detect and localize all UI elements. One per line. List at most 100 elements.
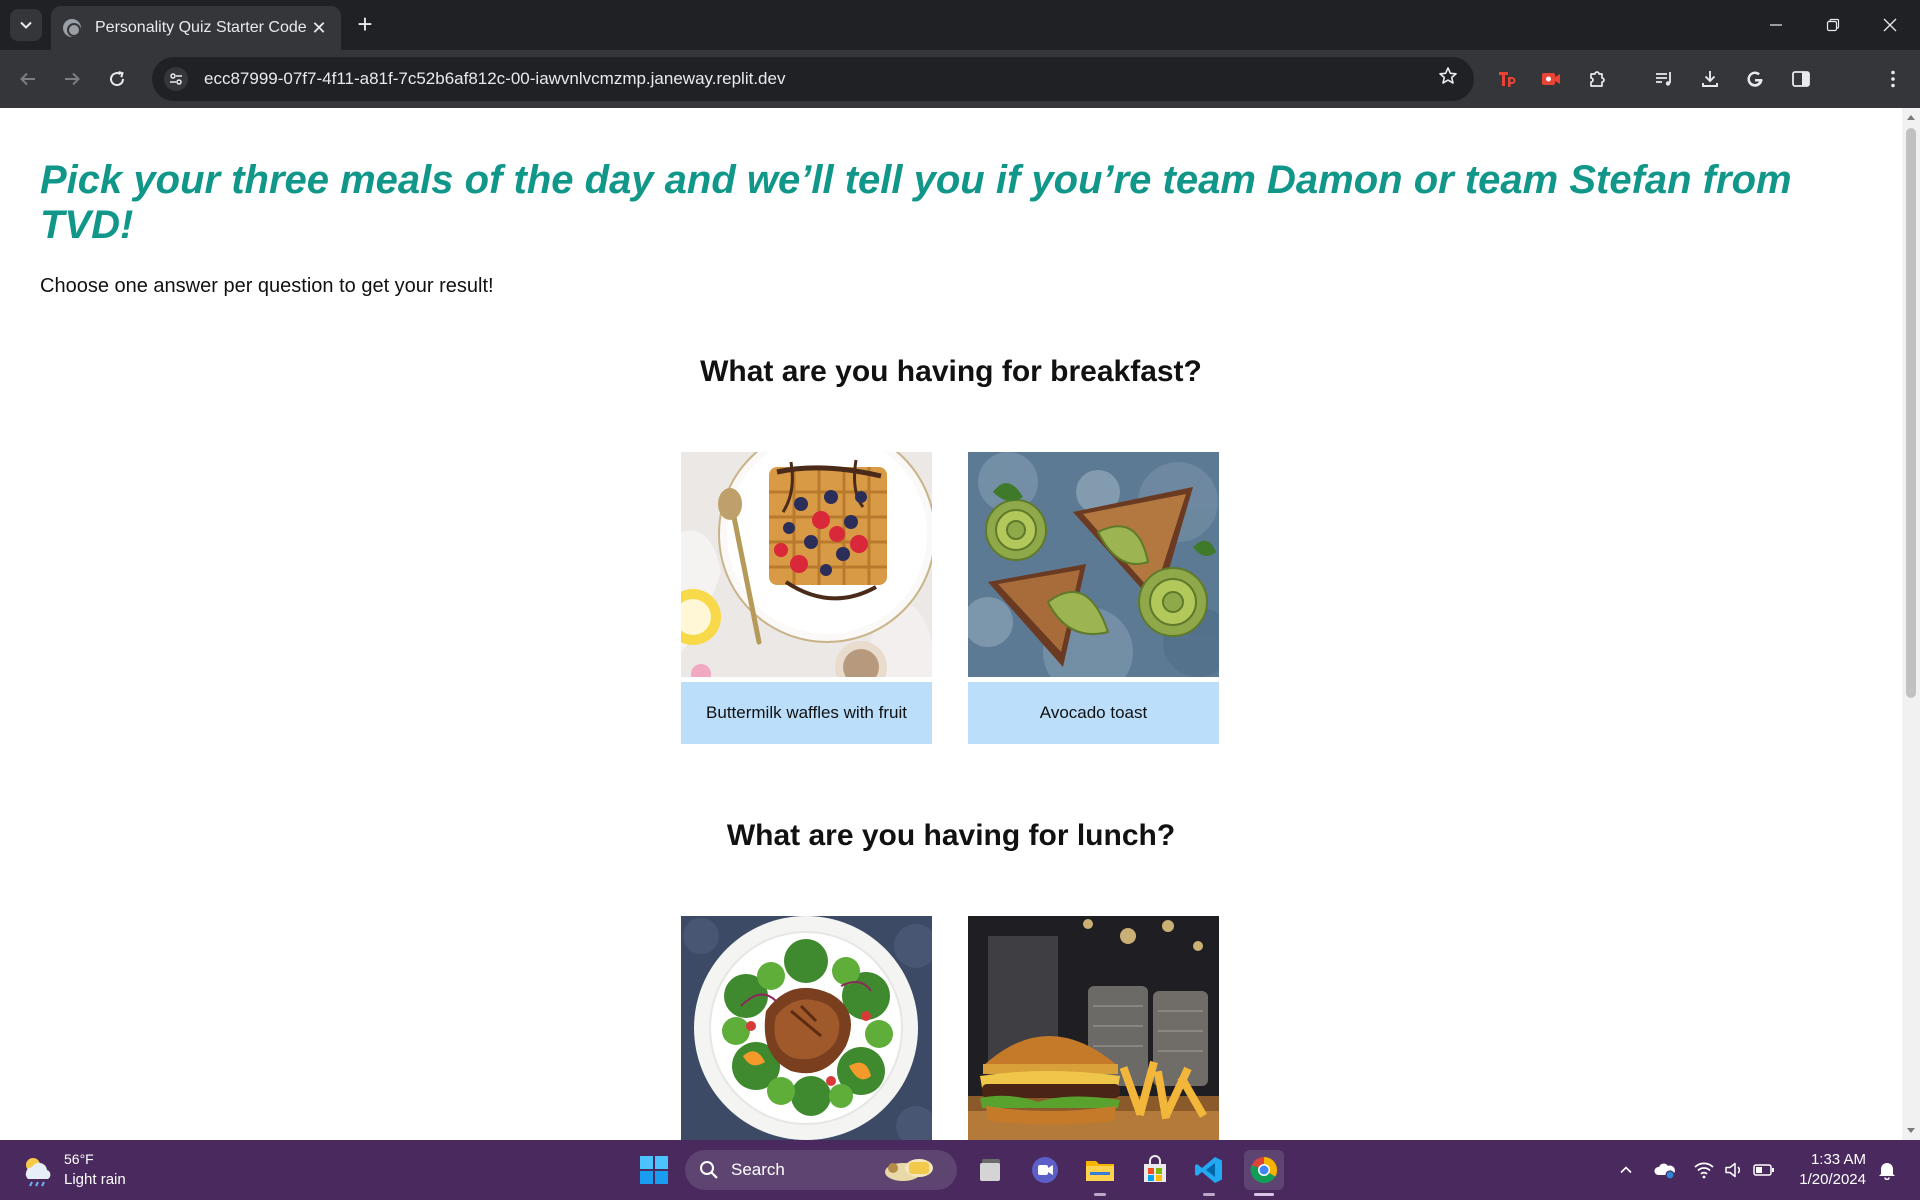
store-bag-icon [1144,1155,1166,1182]
browser-tab[interactable]: Personality Quiz Starter Code ✕ [51,6,341,50]
site-info-icon[interactable] [164,67,188,91]
burger-fries-photo [968,916,1219,1140]
star-icon [1439,67,1457,84]
running-indicator [1094,1193,1106,1196]
waffles-photo [681,452,932,677]
file-explorer-button[interactable] [1080,1150,1120,1190]
download-icon [1702,71,1718,87]
bell-icon [1879,1163,1895,1180]
taskbar-search-box[interactable]: Search [685,1150,957,1190]
search-icon [700,1161,718,1179]
battery-tray-button[interactable] [1750,1150,1778,1190]
extensions-button[interactable] [1583,64,1613,94]
answer-card-waffles[interactable]: Buttermilk waffles with fruit [681,452,932,744]
reload-icon [110,71,125,87]
tp-extension-icon [1499,72,1516,87]
back-button[interactable] [12,63,44,95]
answer-label: Avocado toast [968,682,1219,744]
active-indicator [1254,1193,1274,1196]
weather-condition[interactable]: Light rain [64,1171,126,1188]
restore-icon [1826,18,1840,32]
quiz-instructions: Choose one answer per question to get yo… [40,275,494,297]
weather-temperature[interactable]: 56°F [64,1151,94,1167]
page-scrollbar[interactable] [1902,108,1920,1140]
video-record-icon [1542,73,1560,85]
tune-icon [170,73,182,85]
new-tab-button[interactable]: + [352,11,378,38]
downloads-button[interactable] [1695,64,1725,94]
reload-button[interactable] [101,63,133,95]
avocado-toast-photo [968,452,1219,677]
teams-video-icon [1032,1157,1058,1183]
more-vertical-icon [1891,70,1895,88]
folder-icon [1086,1161,1114,1181]
scroll-down-arrow-icon[interactable] [1907,1128,1915,1133]
answer-label: Buttermilk waffles with fruit [681,682,932,744]
media-queue-icon [1656,72,1671,86]
onedrive-tray-button[interactable] [1650,1150,1680,1190]
weather-rain-cloud-icon[interactable] [20,1152,56,1188]
question-heading-lunch: What are you having for lunch? [726,819,1176,852]
minimize-button[interactable] [1748,0,1804,50]
extension-tp-icon[interactable] [1492,64,1522,94]
minimize-icon [1770,24,1782,26]
chrome-icon [1250,1157,1278,1184]
close-icon [1883,18,1897,32]
answer-card-avocado-toast[interactable]: Avocado toast [968,452,1219,744]
teams-button[interactable] [1025,1150,1065,1190]
task-view-button[interactable] [971,1150,1011,1190]
side-panel-button[interactable] [1786,64,1816,94]
search-label: Search [731,1160,785,1179]
windows-logo-icon [640,1156,668,1184]
answer-card-chicken-salad[interactable] [681,916,932,1140]
task-view-icon [980,1159,1000,1181]
browser-toolbar: ecc87999-07f7-4f11-a81f-7c52b6af812c-00-… [0,50,1920,143]
wifi-tray-button[interactable] [1690,1150,1718,1190]
extension-record-icon[interactable] [1536,64,1566,94]
chrome-menu-button[interactable] [1878,64,1908,94]
chrome-taskbar-button[interactable] [1244,1150,1284,1190]
chicken-salad-photo [681,916,932,1140]
reading-list-button[interactable] [1649,64,1679,94]
close-window-button[interactable] [1862,0,1918,50]
clock-date[interactable]: 1/20/2024 [1790,1171,1866,1188]
tab-search-button[interactable] [10,9,42,41]
windows-taskbar: 56°F Light rain Search 1:33 AM 1/20/2024 [0,1140,1920,1200]
answer-card-burger[interactable] [968,916,1219,1140]
url-text[interactable]: ecc87999-07f7-4f11-a81f-7c52b6af812c-00-… [204,69,1438,89]
battery-icon [1753,1164,1774,1176]
tab-title: Personality Quiz Starter Code [95,19,307,36]
show-hidden-icons-button[interactable] [1612,1150,1640,1190]
question-heading-breakfast: What are you having for breakfast? [700,355,1202,388]
running-indicator [1203,1193,1215,1196]
start-button[interactable] [634,1150,674,1190]
google-extension-button[interactable] [1740,64,1770,94]
address-bar[interactable]: ecc87999-07f7-4f11-a81f-7c52b6af812c-00-… [152,57,1474,101]
restore-button[interactable] [1805,0,1861,50]
cloud-sync-icon [1654,1163,1675,1180]
browser-tab-strip: Personality Quiz Starter Code ✕ + [0,0,1920,50]
vscode-button[interactable] [1189,1150,1229,1190]
clock-time[interactable]: 1:33 AM [1790,1151,1866,1168]
globe-icon [63,19,81,37]
scroll-up-arrow-icon[interactable] [1907,115,1915,120]
arrow-right-icon [65,72,80,86]
wifi-icon [1694,1162,1714,1179]
volume-tray-button[interactable] [1720,1150,1748,1190]
speaker-icon [1725,1162,1741,1178]
search-highlight-icon [885,1159,933,1181]
arrow-left-icon [20,72,35,86]
chevron-up-icon [1620,1166,1632,1174]
vscode-icon [1195,1157,1222,1183]
close-tab-icon[interactable]: ✕ [309,18,329,38]
bookmark-star-icon[interactable] [1438,66,1458,92]
side-panel-icon [1792,71,1810,87]
chevron-down-icon [20,21,32,29]
scrollbar-thumb[interactable] [1906,128,1916,698]
microsoft-store-button[interactable] [1135,1150,1175,1190]
page-viewport: Pick your three meals of the day and we’… [0,108,1902,1140]
quiz-title: Pick your three meals of the day and we’… [40,158,1792,247]
notifications-button[interactable] [1872,1150,1902,1190]
forward-button[interactable] [56,63,88,95]
google-g-icon [1747,71,1763,87]
